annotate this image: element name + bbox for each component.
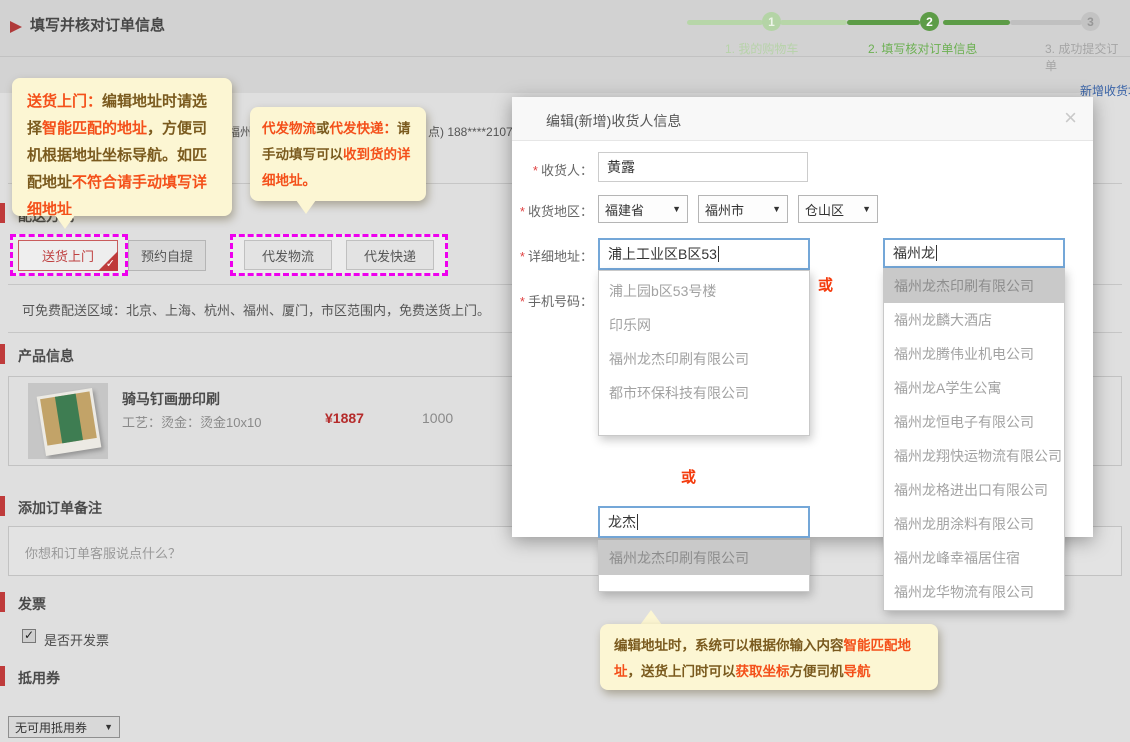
page-title: 填写并核对订单信息 (30, 14, 165, 35)
company-suggestion-item[interactable]: 福州龙朋涂料有限公司 (884, 507, 1064, 541)
text-caret (637, 514, 638, 530)
district-select[interactable]: 仓山区 (798, 195, 878, 223)
address-suggestion-item[interactable]: 印乐网 (599, 308, 809, 342)
required-mark: * (533, 163, 538, 178)
company-suggestion-item[interactable]: 福州龙杰印刷有限公司 (884, 269, 1064, 303)
self-pickup-button-label: 预约自提 (141, 246, 193, 265)
address-suggestion-item[interactable]: 浦上园b区53号楼 (599, 274, 809, 308)
home-delivery-button-label: 送货上门 (42, 246, 94, 265)
step-line-2-3a (943, 20, 1010, 25)
company-suggestion-item[interactable]: 福州龙腾伟业机电公司 (884, 337, 1064, 371)
company-search-input[interactable]: 福州龙 (883, 238, 1065, 268)
receiver-label: *收货人： (501, 160, 593, 179)
or-text: 或 (818, 274, 833, 295)
detail-address-input[interactable]: 浦上工业区B区53 (598, 238, 810, 270)
company-suggestion-item[interactable]: 福州龙华物流有限公司 (884, 575, 1064, 609)
section-bar-remark (0, 496, 5, 516)
close-icon[interactable]: × (1064, 105, 1077, 131)
quick-suggestion-panel: 福州龙杰印刷有限公司 (598, 540, 810, 592)
quick-suggestion-item[interactable]: 福州龙杰印刷有限公司 (599, 541, 809, 575)
forward-express-button-label: 代发快递 (364, 246, 416, 265)
company-suggestion-item[interactable]: 福州龙A学生公寓 (884, 371, 1064, 405)
coupon-section-title: 抵用券 (18, 668, 60, 688)
company-suggestion-item[interactable]: 福州龙格进出口有限公司 (884, 473, 1064, 507)
text-caret (718, 246, 719, 262)
invoice-section-title: 发票 (18, 594, 46, 614)
free-delivery-note: 可免费配送区域：北京、上海、杭州、福州、厦门，市区范围内，免费送货上门。 (22, 300, 490, 319)
required-mark: * (520, 204, 525, 219)
section-bar-coupon (0, 666, 5, 686)
address-text-fragment-right: 点) 188****2107 (428, 123, 513, 140)
product-name[interactable]: 骑马钉画册印刷 (122, 389, 220, 409)
tooltip-arrow-down-icon (55, 215, 75, 229)
company-suggestion-item[interactable]: 福州龙麟大酒店 (884, 303, 1064, 337)
coupon-select-value: 无可用抵用券 (15, 719, 87, 736)
smart-match-tooltip: 编辑地址时，系统可以根据你输入内容智能匹配地址，送货上门时可以获取坐标方便司机导… (600, 624, 938, 690)
company-suggestion-item[interactable]: 福州龙峰幸福居住宿 (884, 541, 1064, 575)
remark-section-title: 添加订单备注 (18, 498, 102, 518)
forwarding-tooltip: 代发物流或代发快递：请手动填写可以收到货的详细地址。 (250, 107, 426, 201)
address-label: *详细地址： (501, 246, 593, 265)
product-spec: 工艺：烫金：烫金10x10 (122, 412, 261, 431)
company-suggestion-item[interactable]: 福州龙恒电子有限公司 (884, 405, 1064, 439)
step-circle-done: 3 (1081, 12, 1100, 31)
required-mark: * (520, 249, 525, 264)
forward-logistics-button-label: 代发物流 (262, 246, 314, 265)
product-price: ¥1887 (325, 410, 364, 426)
booklet-art (37, 388, 102, 456)
city-select[interactable]: 福州市 (698, 195, 788, 223)
required-mark: * (520, 294, 525, 309)
section-bar-product (0, 344, 5, 364)
step-line-2-3b (1010, 20, 1082, 25)
corner-check-icon: ✓ (106, 257, 115, 270)
product-section-title: 产品信息 (18, 346, 74, 366)
home-delivery-tooltip: 送货上门：编辑地址时请选择智能匹配的地址，方便司机根据地址坐标导航。如匹配地址不… (12, 78, 232, 216)
company-suggestion-item[interactable]: 福州龙翔快运物流有限公司 (884, 439, 1064, 473)
step-label-done: 3. 成功提交订单 (1045, 40, 1130, 74)
province-select[interactable]: 福建省 (598, 195, 688, 223)
product-image[interactable] (28, 383, 108, 459)
step-line-before-1 (687, 20, 763, 25)
step-line-1-2b (847, 20, 920, 25)
company-suggestion-list: 福州龙杰印刷有限公司 福州龙麟大酒店 福州龙腾伟业机电公司 福州龙A学生公寓 福… (883, 268, 1065, 611)
home-delivery-button[interactable]: 送货上门 ✓ (18, 240, 118, 271)
address-suggestion-item[interactable]: 福州龙杰印刷有限公司 (599, 342, 809, 376)
edit-receiver-modal: 编辑(新增)收货人信息 × *收货人： 黄露 *收货地区： 福建省 福州市 仓山… (512, 97, 1093, 537)
section-bar-shipping (0, 203, 5, 223)
tooltip-arrow-down-icon (296, 200, 316, 214)
modal-title: 编辑(新增)收货人信息 (546, 111, 681, 131)
text-caret (936, 245, 937, 261)
self-pickup-button[interactable]: 预约自提 (128, 240, 206, 271)
forward-express-button[interactable]: 代发快递 (346, 240, 434, 270)
step-circle-confirm: 2 (920, 12, 939, 31)
invoice-checkbox-label[interactable]: 是否开发票 (44, 630, 109, 649)
section-bar-invoice (0, 592, 5, 612)
coupon-select[interactable]: 无可用抵用券 (8, 716, 120, 738)
step-circle-cart: 1 (762, 12, 781, 31)
step-line-1-2a (780, 20, 847, 25)
address-suggestion-panel: 浦上园b区53号楼 印乐网 福州龙杰印刷有限公司 都市环保科技有限公司 (598, 270, 810, 436)
tooltip-arrow-up-icon (640, 610, 662, 625)
invoice-checkbox[interactable] (22, 629, 36, 643)
address-suggestion-item[interactable]: 都市环保科技有限公司 (599, 376, 809, 410)
region-label: *收货地区： (501, 201, 593, 220)
product-quantity: 1000 (422, 410, 453, 426)
receiver-name-input[interactable]: 黄露 (598, 152, 808, 182)
forward-logistics-button[interactable]: 代发物流 (244, 240, 332, 270)
phone-label: *手机号码： (501, 291, 593, 310)
checkout-page: 填写并核对订单信息 1 2 3 1. 我的购物车 2. 填写核对订单信息 3. … (0, 0, 1130, 742)
or-text: 或 (681, 466, 696, 487)
title-arrow-icon (10, 21, 22, 33)
step-label-confirm: 2. 填写核对订单信息 (868, 40, 977, 57)
quick-search-input[interactable]: 龙杰 (598, 506, 810, 538)
step-label-cart: 1. 我的购物车 (725, 40, 798, 57)
